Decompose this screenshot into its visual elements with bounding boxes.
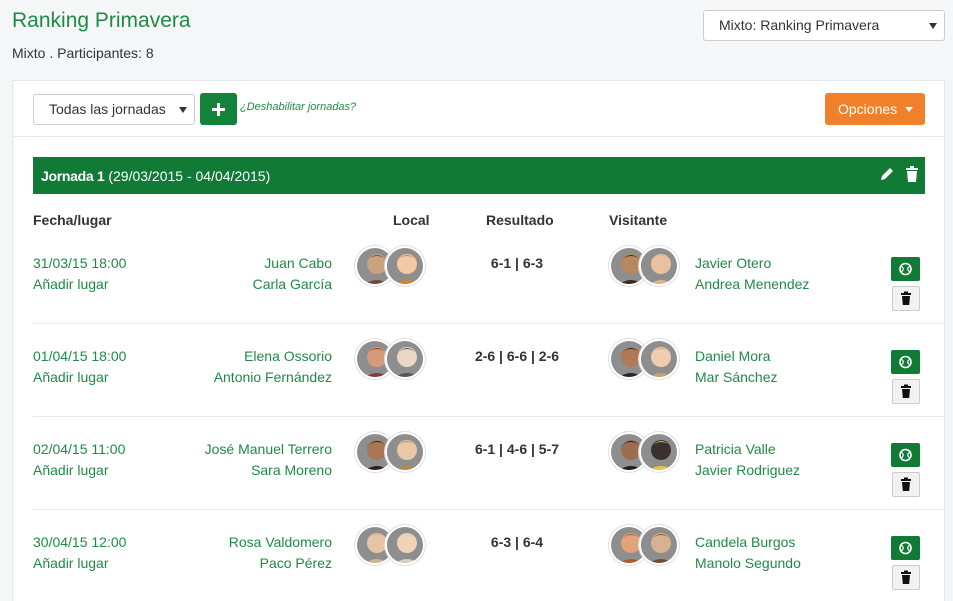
match-date[interactable]: 02/04/15 11:00 [33,441,125,457]
trash-icon [901,384,911,398]
avatar [639,339,679,379]
match-row: 02/04/15 11:00 Añadir lugar José Manuel Te… [13,417,944,510]
tennis-ball-icon [899,448,912,462]
options-label: Opciones [838,101,898,117]
away-player-2[interactable]: Andrea Menendez [695,276,809,292]
home-player-1[interactable]: José Manuel Terrero [205,441,332,457]
rounds-panel: Todas las jornadas ¿Deshabilitar jornada… [12,80,945,601]
match-date[interactable]: 01/04/15 18:00 [33,348,126,364]
rounds-filter-select[interactable]: Todas las jornadas [33,94,195,125]
chevron-down-icon [905,107,913,112]
ranking-select[interactable]: Mixto: Ranking Primavera [703,10,945,41]
delete-match-button[interactable] [892,286,920,311]
add-round-button[interactable] [200,93,237,125]
match-row: 30/04/15 12:00 Añadir lugar Rosa Valdomero… [13,510,944,601]
away-player-1[interactable]: Javier Otero [695,255,771,271]
home-player-1[interactable]: Juan Cabo [264,255,332,271]
column-header-date: Fecha/lugar [33,212,112,228]
trash-icon[interactable] [905,166,919,182]
match-row: 31/03/15 18:00 Añadir lugar Juan Cabo Carla… [13,231,944,324]
avatar [385,432,425,472]
trash-icon [901,291,911,305]
trash-icon [901,477,911,491]
round-dates: (29/03/2015 - 04/04/2015) [108,168,271,184]
delete-match-button[interactable] [892,472,920,497]
options-button[interactable]: Opciones [825,93,925,125]
home-player-1[interactable]: Rosa Valdomero [229,534,332,550]
page-title: Ranking Primavera [12,9,191,32]
avatar [385,525,425,565]
home-player-2[interactable]: Paco Pérez [260,555,332,571]
away-player-2[interactable]: Mar Sánchez [695,369,777,385]
add-place-link[interactable]: Añadir lugar [33,276,109,292]
round-title: Jornada 1 [41,168,105,184]
match-row: 01/04/15 18:00 Añadir lugar Elena Ossorio A… [13,324,944,417]
avatar [385,246,425,286]
round-header: Jornada 1 (29/03/2015 - 04/04/2015) [33,157,925,194]
enter-result-button[interactable] [891,536,920,560]
avatar [639,432,679,472]
home-player-2[interactable]: Sara Moreno [251,462,332,478]
chevron-down-icon [929,23,937,29]
match-date[interactable]: 31/03/15 18:00 [33,255,126,271]
rounds-filter-value: Todas las jornadas [49,101,166,117]
trash-icon [901,570,911,584]
match-score: 6-1 | 4-6 | 5-7 [474,441,560,457]
delete-match-button[interactable] [892,565,920,590]
column-header-home: Local [393,212,430,228]
away-player-1[interactable]: Candela Burgos [695,534,795,550]
home-player-2[interactable]: Antonio Fernández [214,369,332,385]
chevron-down-icon [179,107,187,113]
disable-rounds-link[interactable]: ¿Deshabilitar jornadas? [240,101,356,113]
enter-result-button[interactable] [891,257,920,281]
tennis-ball-icon [899,355,912,369]
match-score: 6-3 | 6-4 [490,534,544,550]
home-player-1[interactable]: Elena Ossorio [244,348,332,364]
match-score: 2-6 | 6-6 | 2-6 [474,348,560,364]
home-player-2[interactable]: Carla García [253,276,332,292]
page-subtitle: Mixto . Participantes: 8 [12,45,154,61]
add-place-link[interactable]: Añadir lugar [33,555,109,571]
avatar [639,525,679,565]
avatar [385,339,425,379]
tennis-ball-icon [899,262,912,276]
enter-result-button[interactable] [891,443,920,467]
column-header-result: Resultado [486,212,554,228]
away-player-2[interactable]: Manolo Segundo [695,555,801,571]
pencil-icon[interactable] [879,166,895,182]
tennis-ball-icon [899,541,912,555]
add-place-link[interactable]: Añadir lugar [33,369,109,385]
away-player-1[interactable]: Patricia Valle [695,441,776,457]
column-header-away: Visitante [609,212,668,228]
delete-match-button[interactable] [892,379,920,404]
avatar [639,246,679,286]
enter-result-button[interactable] [891,350,920,374]
add-place-link[interactable]: Añadir lugar [33,462,109,478]
match-date[interactable]: 30/04/15 12:00 [33,534,126,550]
ranking-select-value: Mixto: Ranking Primavera [719,17,880,33]
away-player-1[interactable]: Daniel Mora [695,348,770,364]
away-player-2[interactable]: Javier Rodriguez [695,462,800,478]
panel-toolbar: Todas las jornadas ¿Deshabilitar jornada… [13,81,944,137]
match-score: 6-1 | 6-3 [490,255,544,271]
